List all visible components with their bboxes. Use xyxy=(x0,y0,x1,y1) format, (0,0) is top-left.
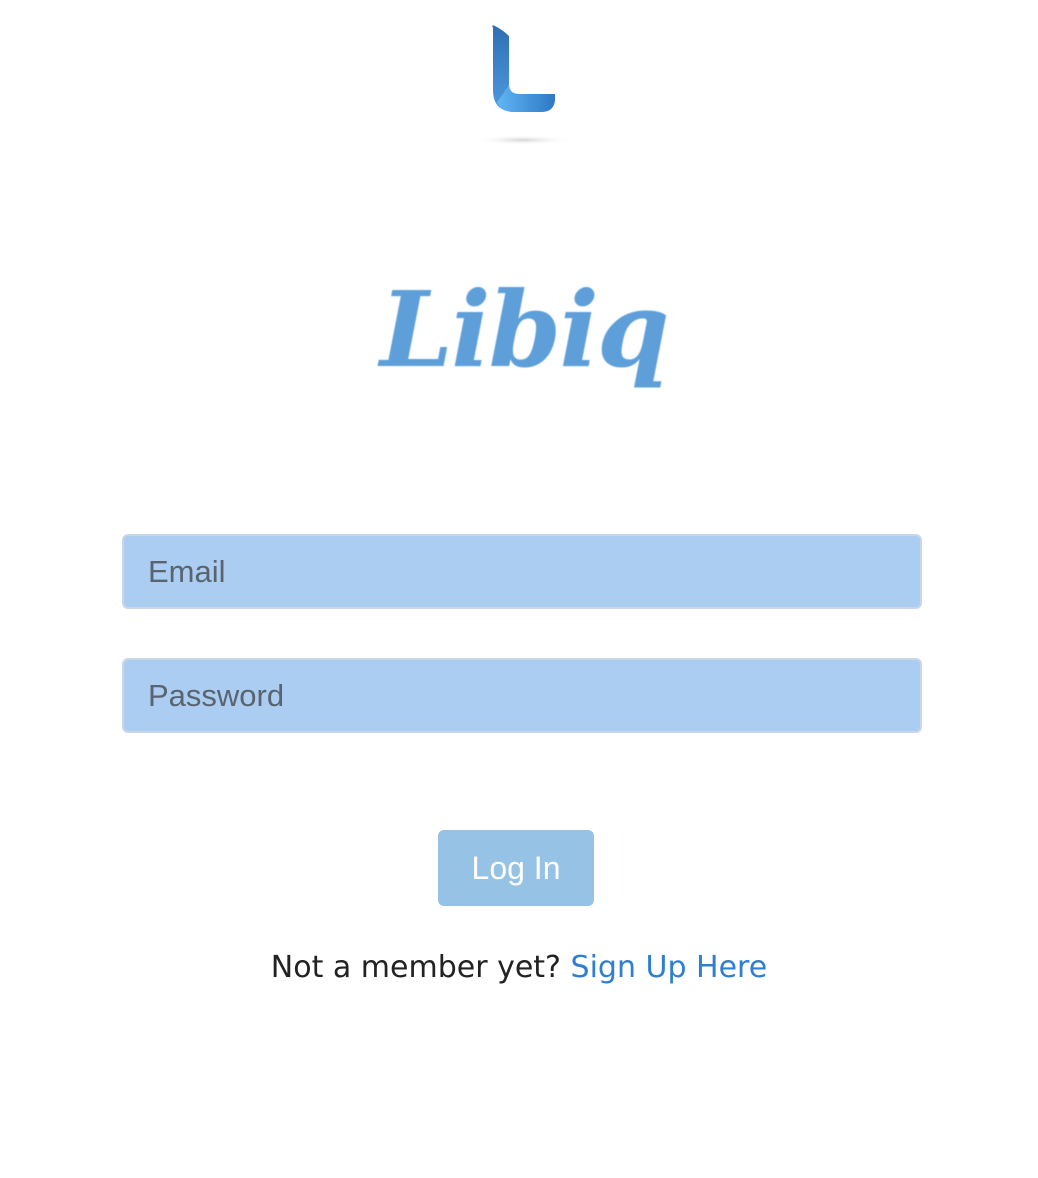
signup-prompt-line: Not a member yet? Sign Up Here xyxy=(0,950,1038,985)
password-field[interactable] xyxy=(122,658,922,733)
libiq-wordmark-logo: Libiq xyxy=(380,268,670,391)
log-in-button[interactable]: Log In xyxy=(438,830,594,906)
email-field[interactable] xyxy=(122,534,922,609)
sign-up-link[interactable]: Sign Up Here xyxy=(571,950,768,985)
libiq-l-logo-icon xyxy=(471,22,571,150)
signup-prompt-text: Not a member yet? xyxy=(270,950,561,985)
